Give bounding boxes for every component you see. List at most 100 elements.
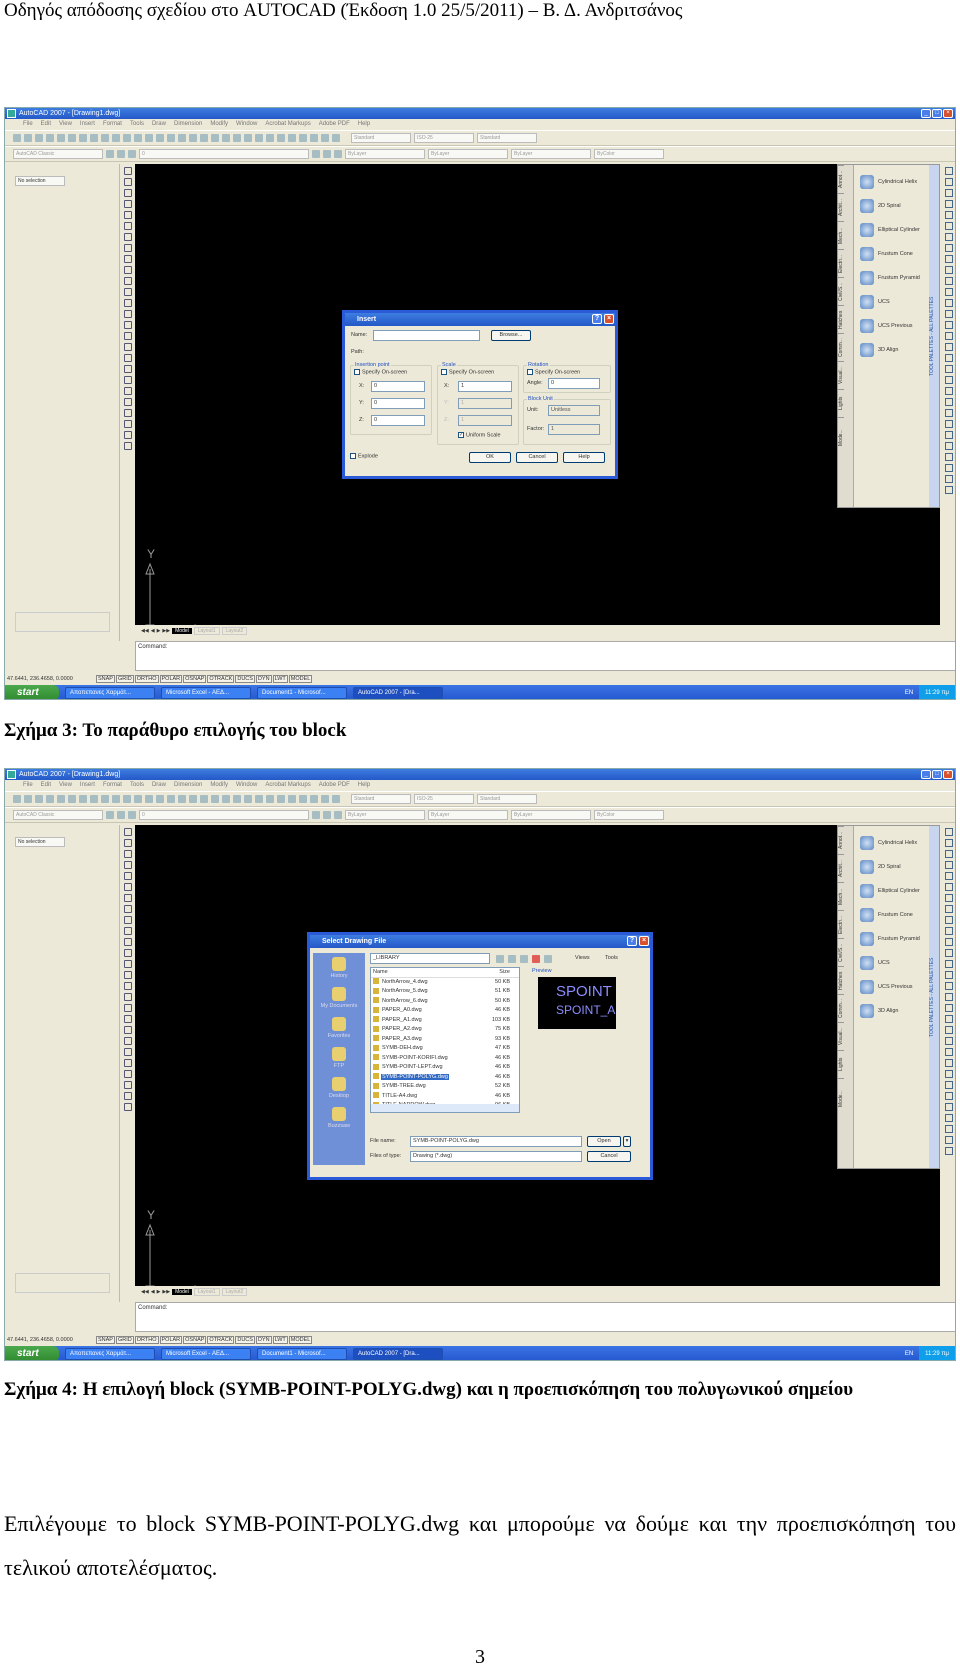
modify-tool-icon[interactable] [944, 883, 953, 891]
toolbar-icon[interactable] [312, 811, 320, 819]
close-button[interactable]: × [943, 770, 953, 779]
draw-tool-icon[interactable] [123, 828, 132, 836]
palette-tab[interactable]: Mode... [838, 417, 844, 457]
plot-style-combo[interactable]: ByColor [594, 810, 664, 820]
toolbar-icon[interactable] [321, 795, 329, 803]
toolbar-icon[interactable] [222, 795, 230, 803]
draw-tool-icon[interactable] [123, 398, 132, 406]
toolbar-icon[interactable] [145, 795, 153, 803]
menu-item[interactable]: Format [103, 780, 122, 791]
palette-item[interactable]: UCS Previous [860, 319, 913, 333]
modify-tool-icon[interactable] [944, 211, 953, 219]
language-indicator[interactable]: EN [905, 1351, 913, 1357]
tab-nav-button[interactable]: ◀◀ [141, 628, 149, 634]
toolbar-icon[interactable] [200, 134, 208, 142]
toolbar-icon[interactable] [106, 150, 114, 158]
lineweight-combo[interactable]: ByLayer [511, 149, 591, 159]
menu-item[interactable]: Acrobat Markups [265, 780, 310, 791]
menu-item[interactable]: Insert [80, 780, 95, 791]
palette-tab[interactable]: Archit... [838, 854, 844, 882]
status-toggle[interactable]: DYN [255, 674, 272, 683]
file-name-input[interactable]: SYMB-POINT-POLYG.dwg [410, 1136, 582, 1147]
draw-tool-icon[interactable] [123, 850, 132, 858]
places-item[interactable]: History [313, 953, 365, 983]
modify-tool-icon[interactable] [944, 1059, 953, 1067]
draw-tool-icon[interactable] [123, 1037, 132, 1045]
palette-tab[interactable]: Comm... [838, 333, 844, 361]
palette-tab[interactable]: Hatches [838, 305, 844, 333]
layout-tab[interactable]: Model [172, 1289, 192, 1295]
toolbar-icon[interactable] [156, 134, 164, 142]
toolbar-icon[interactable] [244, 134, 252, 142]
menu-item[interactable]: Edit [41, 780, 51, 791]
delete-icon[interactable] [532, 955, 540, 963]
status-toggle[interactable]: SNAP [96, 674, 115, 683]
tab-nav-button[interactable]: ▶ [157, 628, 161, 634]
toolbar-icon[interactable] [334, 150, 342, 158]
modify-tool-icon[interactable] [944, 486, 953, 494]
modify-tool-icon[interactable] [944, 266, 953, 274]
draw-tool-icon[interactable] [123, 233, 132, 241]
taskbar-item[interactable]: Microsoft Excel - ΑΕΔ... [161, 1348, 251, 1360]
up-folder-icon[interactable] [508, 955, 516, 963]
modify-tool-icon[interactable] [944, 376, 953, 384]
start-button[interactable]: start [5, 1346, 59, 1360]
status-toggle[interactable]: OTRACK [207, 674, 235, 683]
modify-tool-icon[interactable] [944, 299, 953, 307]
file-row[interactable]: NorthArrow_6.dwg 50 KB [371, 997, 519, 1007]
taskbar-item[interactable]: Αποπεπανες Χαρμάτ... [65, 687, 155, 699]
layout-tab[interactable]: Model [172, 628, 192, 634]
workspace-combo[interactable]: AutoCAD Classic [13, 810, 103, 820]
menu-item[interactable]: View [59, 119, 72, 130]
layout-tab[interactable]: Layout1 [193, 627, 220, 635]
insertion-x-field[interactable]: 0 [371, 381, 425, 392]
taskbar-item[interactable]: Document1 - Microsof... [257, 687, 347, 699]
checkbox[interactable] [350, 453, 356, 459]
draw-tool-icon[interactable] [123, 409, 132, 417]
modify-tool-icon[interactable] [944, 861, 953, 869]
modify-tool-icon[interactable] [944, 1026, 953, 1034]
modify-tool-icon[interactable] [944, 905, 953, 913]
modify-tool-icon[interactable] [944, 233, 953, 241]
help-title-button[interactable]: ? [627, 936, 637, 946]
text-style-combo[interactable]: Standard [351, 794, 411, 804]
toolbar-icon[interactable] [106, 811, 114, 819]
toolbar-icon[interactable] [321, 134, 329, 142]
places-item[interactable]: FTP [313, 1043, 365, 1073]
toolbar-icon[interactable] [334, 811, 342, 819]
draw-tool-icon[interactable] [123, 288, 132, 296]
draw-tool-icon[interactable] [123, 1092, 132, 1100]
palette-tab[interactable]: Comm... [838, 994, 844, 1022]
palette-tab[interactable]: Civil/S... [838, 277, 844, 305]
new-folder-icon[interactable] [544, 955, 552, 963]
palette-item[interactable]: Frustum Cone [860, 247, 913, 261]
selection-combo[interactable]: No selection [15, 837, 65, 847]
draw-tool-icon[interactable] [123, 189, 132, 197]
draw-tool-icon[interactable] [123, 1048, 132, 1056]
toolbar-icon[interactable] [112, 134, 120, 142]
draw-tool-icon[interactable] [123, 993, 132, 1001]
modify-tool-icon[interactable] [944, 839, 953, 847]
draw-tool-icon[interactable] [123, 376, 132, 384]
palette-item[interactable]: 2D Spiral [860, 199, 901, 213]
toolbar-icon[interactable] [266, 795, 274, 803]
draw-tool-icon[interactable] [123, 1059, 132, 1067]
modify-tool-icon[interactable] [944, 464, 953, 472]
draw-tool-icon[interactable] [123, 299, 132, 307]
search-web-icon[interactable] [520, 955, 528, 963]
toolbar-icon[interactable] [222, 134, 230, 142]
draw-tool-icon[interactable] [123, 1026, 132, 1034]
text-style-combo[interactable]: Standard [351, 133, 411, 143]
modify-tool-icon[interactable] [944, 178, 953, 186]
palette-title-bar[interactable]: TOOL PALETTES - ALL PALETTES [929, 826, 939, 1168]
modify-tool-icon[interactable] [944, 409, 953, 417]
toolbar-icon[interactable] [123, 795, 131, 803]
modify-tool-icon[interactable] [944, 387, 953, 395]
layer-combo[interactable]: 0 [139, 149, 309, 159]
modify-tool-icon[interactable] [944, 938, 953, 946]
scale-x-field[interactable]: 1 [458, 381, 512, 392]
modify-tool-icon[interactable] [944, 244, 953, 252]
color-combo[interactable]: ByLayer [345, 810, 425, 820]
column-name[interactable]: Name [373, 968, 488, 977]
modify-tool-icon[interactable] [944, 420, 953, 428]
